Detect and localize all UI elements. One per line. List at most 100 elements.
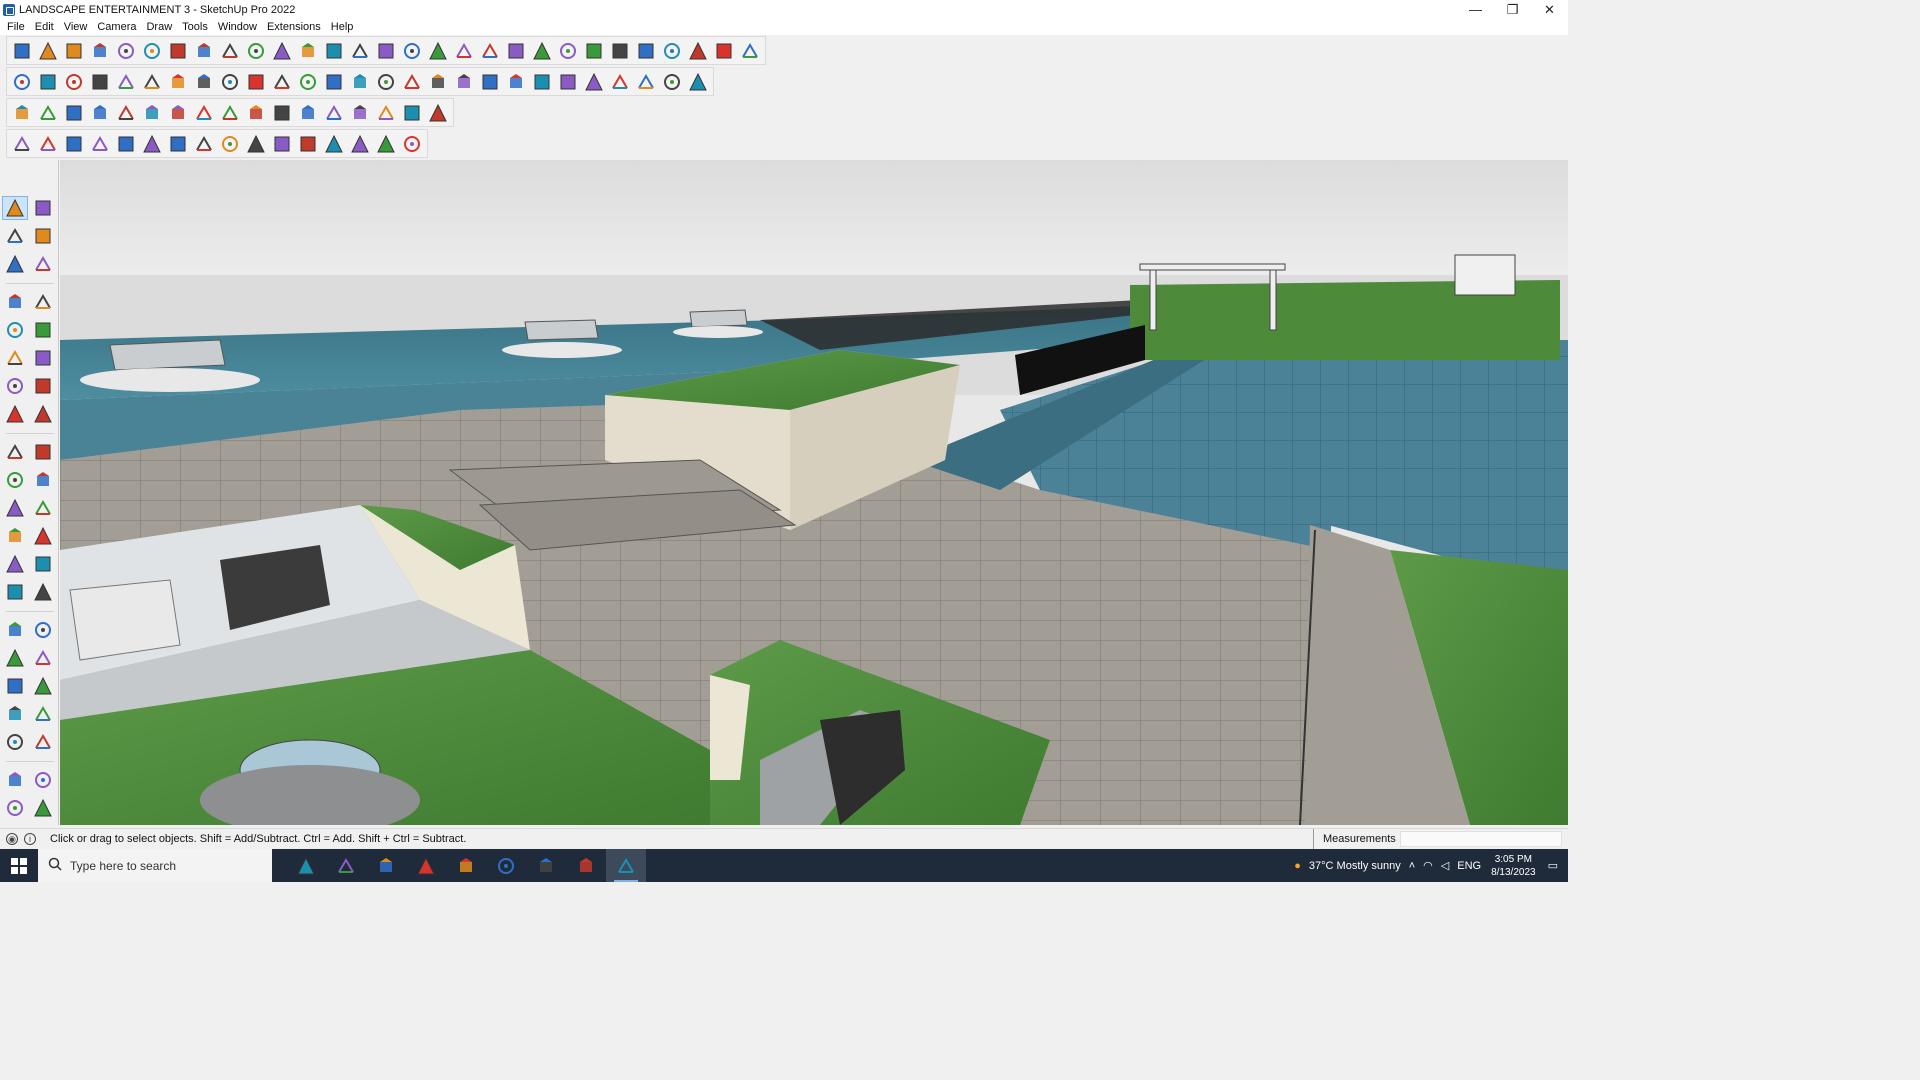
text-icon[interactable] bbox=[322, 39, 346, 63]
union-icon[interactable] bbox=[88, 101, 112, 125]
zoom-window-icon[interactable] bbox=[30, 646, 56, 670]
weld-icon[interactable] bbox=[36, 132, 60, 156]
arc-icon[interactable] bbox=[2, 374, 28, 398]
left-view-icon[interactable] bbox=[296, 70, 320, 94]
offset-icon[interactable] bbox=[218, 101, 242, 125]
section-plane-icon[interactable] bbox=[30, 730, 56, 754]
three-point-arc-icon[interactable] bbox=[2, 402, 28, 426]
position-camera-icon[interactable] bbox=[2, 702, 28, 726]
menu-extensions[interactable]: Extensions bbox=[262, 19, 326, 35]
subtract-icon[interactable] bbox=[114, 101, 138, 125]
scale-icon[interactable] bbox=[2, 496, 28, 520]
freehand-icon[interactable] bbox=[30, 290, 56, 314]
user-icon[interactable] bbox=[582, 39, 606, 63]
house-front-icon[interactable] bbox=[426, 70, 450, 94]
vertex-tools-icon[interactable] bbox=[322, 101, 346, 125]
zoom-icon[interactable] bbox=[426, 39, 450, 63]
minimize-button[interactable]: — bbox=[1457, 0, 1494, 19]
push-pull-icon[interactable] bbox=[166, 39, 190, 63]
notifications-icon[interactable]: ▭ bbox=[1548, 859, 1558, 872]
flip-icon[interactable] bbox=[738, 39, 762, 63]
pan-icon[interactable] bbox=[30, 618, 56, 642]
file-explorer-icon[interactable] bbox=[366, 849, 406, 882]
eraser-icon[interactable] bbox=[30, 224, 56, 248]
rotated-rectangle-icon[interactable] bbox=[30, 318, 56, 342]
iso-view-icon[interactable] bbox=[322, 70, 346, 94]
task-view-icon[interactable] bbox=[286, 849, 326, 882]
tools-grid-icon[interactable] bbox=[426, 101, 450, 125]
component-icon[interactable] bbox=[2, 252, 28, 276]
pie-icon[interactable] bbox=[30, 402, 56, 426]
intersect-icon[interactable] bbox=[62, 101, 86, 125]
curviloft-icon[interactable] bbox=[374, 101, 398, 125]
camera-icon[interactable] bbox=[478, 70, 502, 94]
pan-icon[interactable] bbox=[400, 39, 424, 63]
section-fill-icon[interactable] bbox=[30, 796, 56, 820]
front-view-icon[interactable] bbox=[218, 70, 242, 94]
eraser-pink-icon[interactable] bbox=[634, 70, 658, 94]
house-roof-icon[interactable] bbox=[452, 70, 476, 94]
volume-icon[interactable]: ◁ bbox=[1441, 859, 1449, 872]
warehouse-icon[interactable] bbox=[608, 39, 632, 63]
polygon-icon[interactable] bbox=[556, 70, 580, 94]
3d-text-icon[interactable] bbox=[30, 580, 56, 604]
back-edges-icon[interactable] bbox=[62, 70, 86, 94]
sketchup-layout-icon[interactable] bbox=[566, 849, 606, 882]
menu-file[interactable]: File bbox=[2, 19, 30, 35]
cut-icon[interactable] bbox=[88, 132, 112, 156]
measurements-input[interactable] bbox=[1400, 831, 1562, 847]
eraser-icon[interactable] bbox=[62, 39, 86, 63]
curve-icon[interactable] bbox=[166, 132, 190, 156]
paint-bucket-icon[interactable] bbox=[348, 39, 372, 63]
instructor-icon[interactable]: i bbox=[24, 833, 36, 845]
select-icon[interactable] bbox=[36, 39, 60, 63]
zoom-window-icon[interactable] bbox=[452, 39, 476, 63]
teams-icon[interactable] bbox=[446, 849, 486, 882]
scale-icon[interactable] bbox=[270, 39, 294, 63]
zoom-icon[interactable] bbox=[2, 646, 28, 670]
menu-view[interactable]: View bbox=[59, 19, 93, 35]
redo-icon[interactable] bbox=[712, 39, 736, 63]
spline-icon[interactable] bbox=[270, 101, 294, 125]
weather-text[interactable]: 37°C Mostly sunny bbox=[1309, 860, 1401, 872]
paint-bucket-icon[interactable] bbox=[2, 224, 28, 248]
landscape-model-render[interactable] bbox=[60, 160, 1568, 825]
extrude-icon[interactable] bbox=[62, 132, 86, 156]
push-pull-icon[interactable] bbox=[30, 440, 56, 464]
weather-icon[interactable]: ● bbox=[1294, 860, 1301, 872]
axes-green-icon[interactable] bbox=[140, 70, 164, 94]
close-button[interactable]: ✕ bbox=[1531, 0, 1568, 19]
profile-icon[interactable] bbox=[244, 132, 268, 156]
axes-orange-icon[interactable] bbox=[166, 70, 190, 94]
house-icon[interactable] bbox=[400, 70, 424, 94]
rotate-icon[interactable] bbox=[2, 468, 28, 492]
taskbar-search[interactable]: Type here to search bbox=[38, 849, 272, 882]
zoom-extents-icon[interactable] bbox=[2, 674, 28, 698]
frame-icon[interactable] bbox=[322, 132, 346, 156]
section-plane-icon[interactable] bbox=[478, 39, 502, 63]
menu-window[interactable]: Window bbox=[213, 19, 262, 35]
joint-push-icon[interactable] bbox=[296, 101, 320, 125]
top-view-icon[interactable] bbox=[192, 70, 216, 94]
box-icon[interactable] bbox=[192, 132, 216, 156]
back-view-icon[interactable] bbox=[270, 70, 294, 94]
rectangle-icon[interactable] bbox=[140, 39, 164, 63]
follow-me-icon[interactable] bbox=[192, 39, 216, 63]
zoom-extents-icon[interactable] bbox=[10, 39, 34, 63]
axes-blue-icon[interactable] bbox=[114, 70, 138, 94]
start-button[interactable] bbox=[0, 849, 38, 882]
solid-icon[interactable] bbox=[36, 101, 60, 125]
section-display-icon[interactable] bbox=[504, 39, 528, 63]
rectangle-icon[interactable] bbox=[2, 318, 28, 342]
menu-draw[interactable]: Draw bbox=[141, 19, 177, 35]
axes-icon[interactable] bbox=[2, 580, 28, 604]
dimension-icon[interactable] bbox=[30, 524, 56, 548]
offset-icon[interactable] bbox=[30, 496, 56, 520]
geolocation-icon[interactable]: ◉ bbox=[6, 833, 18, 845]
trim-icon[interactable] bbox=[140, 101, 164, 125]
split-icon[interactable] bbox=[166, 101, 190, 125]
arc-icon[interactable] bbox=[114, 39, 138, 63]
stairs-icon[interactable] bbox=[270, 132, 294, 156]
move-icon[interactable] bbox=[218, 39, 242, 63]
menu-help[interactable]: Help bbox=[326, 19, 359, 35]
